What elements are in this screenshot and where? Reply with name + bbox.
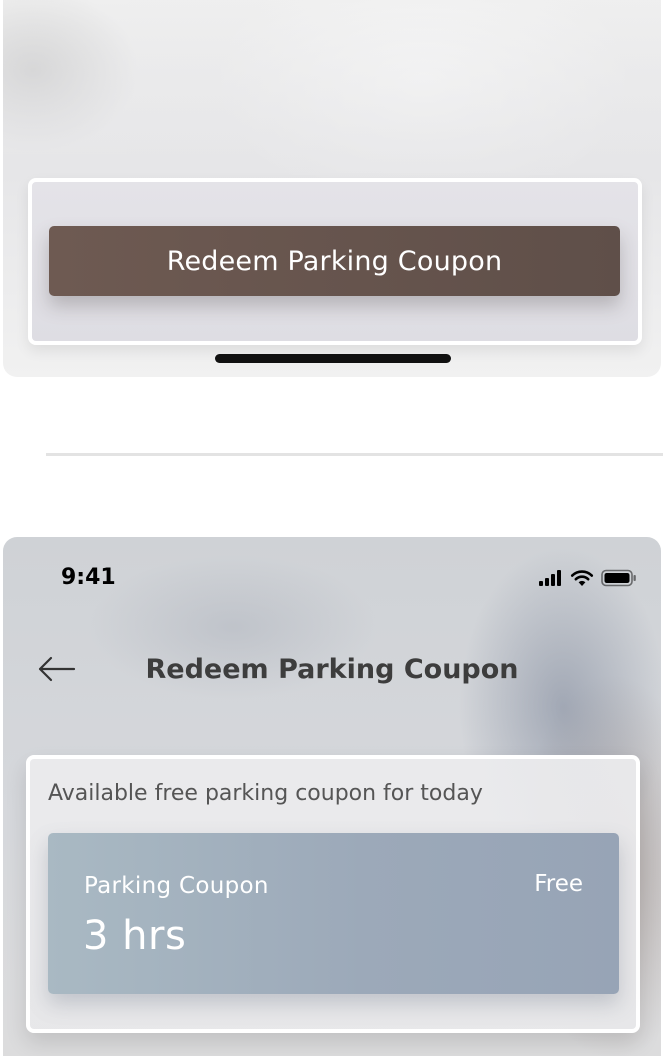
home-indicator (215, 354, 451, 363)
coupon-panel: Available free parking coupon for today … (26, 755, 640, 1033)
status-icons (539, 567, 637, 589)
status-time: 9:41 (61, 565, 116, 590)
bottom-screen: 9:41 Redeem Parking Coupon Available fre… (3, 537, 661, 1056)
page-title: Redeem Parking Coupon (145, 654, 519, 685)
battery-icon (601, 569, 636, 587)
coupon-duration: 3 hrs (83, 913, 187, 959)
wifi-icon (570, 570, 594, 586)
coupon-name: Parking Coupon (84, 873, 269, 899)
section-divider (46, 453, 663, 456)
background-photo (3, 0, 661, 180)
coupon-price: Free (534, 871, 583, 897)
top-screen: Redeem Parking Coupon (3, 0, 661, 377)
redeem-action-panel: Redeem Parking Coupon (28, 178, 642, 345)
parking-coupon-card[interactable]: Parking Coupon Free 3 hrs (48, 833, 619, 994)
coupon-section-heading: Available free parking coupon for today (48, 781, 483, 806)
redeem-parking-coupon-button[interactable]: Redeem Parking Coupon (49, 226, 620, 296)
cellular-signal-icon (539, 570, 561, 586)
